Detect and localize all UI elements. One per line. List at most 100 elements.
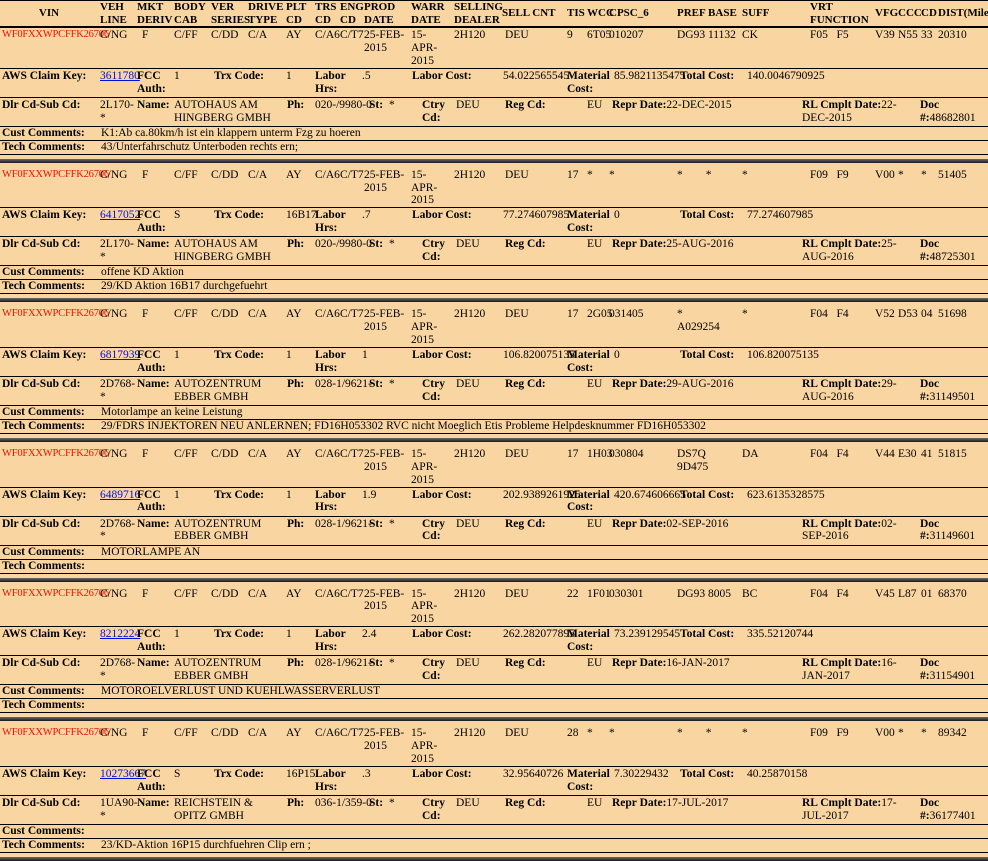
trx-code-label: Trx Code: (212, 209, 284, 222)
tech-comments-row: Tech Comments: 29/FDRS INJEKTOREN NEU AN… (0, 420, 988, 434)
tis-value: 28 (565, 727, 585, 740)
tech-comments-row: Tech Comments: (0, 699, 988, 713)
vin-value: WF0FXXWPCFFK26706 (0, 588, 98, 600)
repr-date: Repr Date:25-AUG-2016 (607, 238, 800, 251)
warr-date-value: 15-APR-2015 (409, 169, 452, 208)
body-cab-value: C/FF (172, 308, 209, 321)
total-cost-label: Total Cost: (675, 349, 745, 362)
labor-cost-label: Labor Cost: (410, 768, 490, 781)
claim-cost-row: AWS Claim Key: 8212224 FCC Auth: 1 Trx C… (0, 627, 988, 656)
reg-cd-label: Reg Cd: (490, 797, 585, 810)
ph-value: 036-1/359-0 (313, 797, 362, 810)
cust-comments-row: Cust Comments: offene KD Aktion (0, 266, 988, 280)
ccc-value: N55 (896, 29, 919, 42)
ver-series-value: C/DD (209, 727, 246, 740)
claim-cost-row: AWS Claim Key: 6817939 FCC Auth: 1 Trx C… (0, 348, 988, 377)
plt-cd-value: AY (284, 308, 313, 321)
prod-date-value: 25-FEB-2015 (362, 727, 409, 753)
vrt-function-value: F04 F4 (808, 588, 873, 601)
cust-comments-row: Cust Comments: K1:Ab ca.80km/h ist ein k… (0, 127, 988, 141)
warr-date-value: 15-APR-2015 (409, 727, 452, 766)
eng-cd-value: C/T7 (338, 308, 362, 321)
total-cost-value: 106.820075135 (745, 349, 988, 362)
suff-value: DA (740, 448, 808, 461)
claim-record: WF0FXXWPCFFK26706 C/NG F C/FF C/DD C/A A… (0, 168, 988, 303)
cpsc-6-value: * (607, 727, 675, 740)
dealer-name: AUTOZENTRUM EBBER GMBH (172, 657, 284, 683)
vrt-function-value: F04 F4 (808, 308, 873, 321)
sell-cnt-value: DEU (490, 169, 565, 182)
claim-key-link[interactable]: 3611780 (100, 70, 140, 82)
sell-cnt-value: DEU (490, 727, 565, 740)
rl-cmplt-date: RL Cmplt Date:16-JAN-2017 (800, 657, 905, 683)
ctry-cd-value: DEU (452, 238, 490, 251)
labor-hrs-value: .5 (360, 70, 410, 83)
ph-value: 028-1/9621- (313, 657, 362, 670)
dist-miles-value: 51698 (936, 308, 988, 321)
block-separator (0, 857, 988, 861)
drive-type-value: C/A (246, 448, 284, 461)
vfg-value: V00 (873, 727, 896, 740)
veh-line-value: C/NG (98, 727, 135, 740)
fcc-auth-value: S (172, 209, 212, 222)
material-cost-label: Material Cost: (565, 628, 610, 654)
header-col-veh-line: VEH LINE (98, 1, 135, 26)
prod-date-value: 25-FEB-2015 (362, 308, 409, 334)
trs-cd-value: C/A6 (313, 727, 338, 740)
mkt-deriv-value: F (135, 29, 172, 42)
vrt-function-value: F09 F9 (808, 169, 873, 182)
rl-cmplt-date-label: RL Cmplt Date: (802, 797, 881, 809)
ph-label: Ph: (284, 238, 313, 251)
tech-comments-text: 29/FDRS INJEKTOREN NEU ANLERNEN; FD16H05… (98, 420, 988, 433)
rl-cmplt-date: RL Cmplt Date:29-AUG-2016 (800, 378, 905, 404)
dlr-cd-value: 2D768-* (98, 518, 135, 544)
mkt-deriv-value: F (135, 448, 172, 461)
material-cost-value: 0 (610, 209, 675, 222)
mkt-deriv-value: F (135, 308, 172, 321)
drive-type-value: C/A (246, 588, 284, 601)
name-label: Name: (135, 518, 172, 531)
dealer-name: REICHSTEIN & OPITZ GMBH (172, 797, 284, 823)
dealer-name: AUTOZENTRUM EBBER GMBH (172, 518, 284, 544)
reg-cd-value: EU (585, 378, 607, 391)
drive-type-value: C/A (246, 29, 284, 42)
st-label: St: (362, 797, 385, 810)
dealer-info-row: Dlr Cd-Sub Cd: 2L170-* Name: AUTOHAUS AM… (0, 237, 988, 266)
reg-cd-value: EU (585, 238, 607, 251)
labor-hrs-label: Labor Hrs: (313, 70, 360, 96)
vin-value: WF0FXXWPCFFK26706 (0, 448, 98, 460)
plt-cd-value: AY (284, 727, 313, 740)
st-value: * (385, 378, 410, 391)
dist-miles-value: 51405 (936, 169, 988, 182)
repr-date: Repr Date:22-DEC-2015 (607, 99, 800, 112)
warr-date-value: 15-APR-2015 (409, 588, 452, 627)
vfg-value: V52 (873, 308, 896, 321)
trx-code-label: Trx Code: (212, 349, 284, 362)
wcc-value: 1H03 (585, 448, 607, 461)
veh-line-value: C/NG (98, 29, 135, 42)
sell-cnt-value: DEU (490, 308, 565, 321)
reg-cd-value: EU (585, 797, 607, 810)
fcc-auth-value: 1 (172, 349, 212, 362)
trs-cd-value: C/A6 (313, 308, 338, 321)
name-label: Name: (135, 378, 172, 391)
reg-cd-value: EU (585, 99, 607, 112)
labor-cost-value: 32.95640726 (490, 768, 565, 781)
vehicle-codes-row: WF0FXXWPCFFK26706 C/NG F C/FF C/DD C/A A… (0, 307, 988, 348)
labor-cost-label: Labor Cost: (410, 489, 490, 502)
rl-cmplt-date-label: RL Cmplt Date: (802, 99, 881, 111)
plt-cd-value: AY (284, 169, 313, 182)
cust-comments-label: Cust Comments: (0, 266, 98, 279)
vfg-value: V44 (873, 448, 896, 461)
ph-label: Ph: (284, 518, 313, 531)
pref-base-value: * * (675, 727, 740, 740)
material-cost-label: Material Cost: (565, 70, 610, 96)
st-value: * (385, 99, 410, 112)
labor-hrs-label: Labor Hrs: (313, 209, 360, 235)
rl-cmplt-date: RL Cmplt Date:25-AUG-2016 (800, 238, 905, 264)
labor-hrs-value: .7 (360, 209, 410, 222)
labor-cost-label: Labor Cost: (410, 628, 490, 641)
labor-hrs-label: Labor Hrs: (313, 768, 360, 794)
aws-claim-key-label: AWS Claim Key: (0, 349, 98, 362)
ccc-value: L87 (896, 588, 919, 601)
